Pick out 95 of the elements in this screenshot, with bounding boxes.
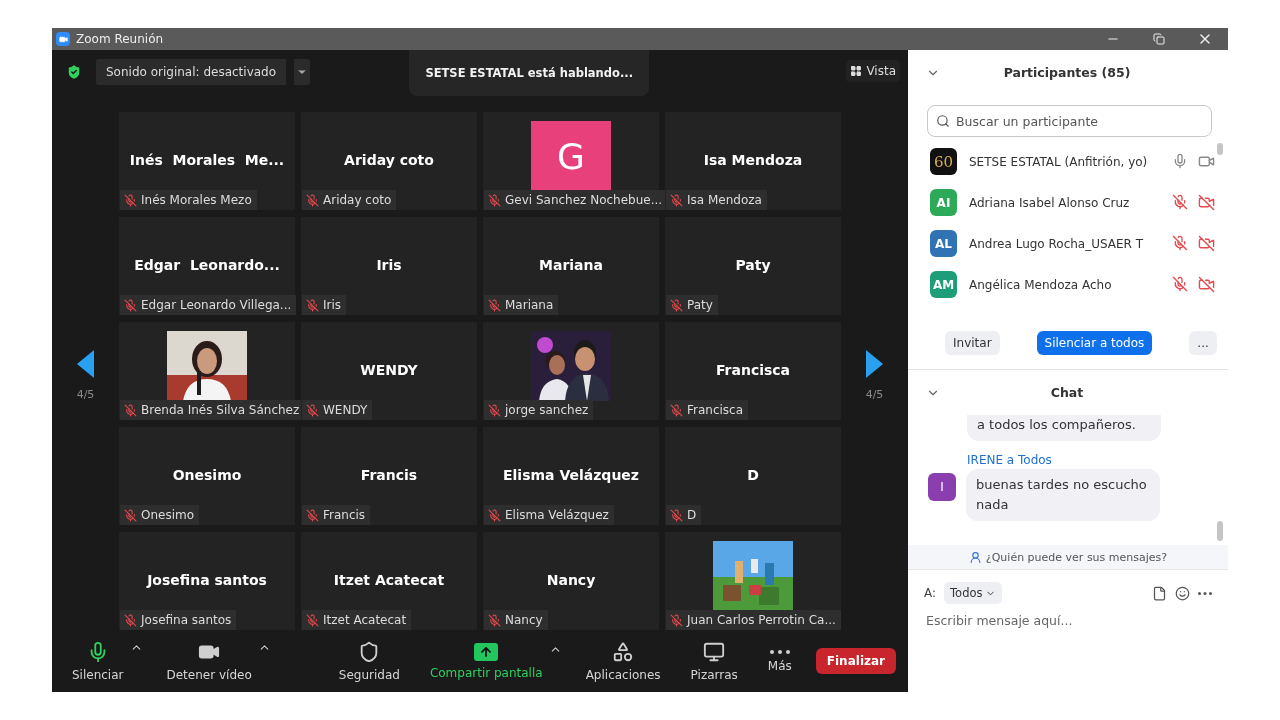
participant-name: Nancy: [546, 572, 596, 588]
participant-name: Isa Mendoza: [703, 152, 803, 168]
participant-name: Iris: [376, 257, 402, 273]
sender-avatar: I: [928, 473, 956, 501]
name-tag-text: Inés Morales Mezo: [141, 193, 252, 207]
toolbar-button[interactable]: Compartir pantalla: [423, 638, 549, 684]
participant-name: Josefina santos: [147, 572, 267, 588]
participant-name: Francisca: [715, 362, 791, 378]
microphone-icon[interactable]: [1172, 153, 1188, 169]
name-tag-text: Juan Carlos Perrotin Ca...: [687, 613, 836, 627]
more-icon: [769, 649, 790, 654]
video-off-icon[interactable]: [1198, 235, 1215, 252]
name-tag-text: Onesimo: [141, 508, 195, 522]
share-screen-icon: [474, 642, 499, 661]
name-tag-text: Isa Mendoza: [687, 193, 762, 207]
restore-icon: [1153, 33, 1165, 45]
toolbar-button[interactable]: Silenciar: [66, 636, 130, 686]
more-icon[interactable]: [1198, 591, 1212, 595]
participant-name: Ariday coto: [344, 152, 434, 168]
page-indicator: 4/5: [865, 387, 884, 401]
participant-name: Itzet Acatecat: [333, 572, 445, 588]
name-tag-text: Elisma Velázquez: [505, 508, 609, 522]
name-tag-text: Edgar Leonardo Villega...: [141, 298, 292, 312]
logo-avatar: 60: [930, 148, 957, 175]
message-sender: IRENE a Todos: [967, 453, 1053, 467]
toolbar-button[interactable]: Aplicaciones: [579, 636, 667, 686]
name-tag-text: Ariday coto: [323, 193, 392, 207]
letter-avatar: G: [531, 121, 611, 191]
participant-name: Onesimo: [172, 467, 242, 483]
participant-name: Angélica Mendoza Acho: [969, 277, 1113, 292]
participant-name: Mariana: [539, 257, 603, 273]
name-tag-text: Francisca: [687, 403, 744, 417]
original-sound-button[interactable]: Sonido original: desactivado: [96, 59, 287, 85]
participant-name: Andrea Lugo Rocha_USAER T: [969, 236, 1145, 251]
view-button[interactable]: Vista: [846, 60, 900, 82]
file-icon[interactable]: [1152, 585, 1167, 601]
name-tag-text: Nancy: [505, 613, 543, 627]
search-field[interactable]: Buscar un participante: [927, 105, 1212, 137]
name-tag-text: Gevi Sanchez Nochebue...: [505, 193, 663, 207]
name-tag-text: D: [687, 508, 697, 522]
person-icon: [968, 550, 982, 564]
grid-icon: [850, 65, 863, 77]
toolbar-button[interactable]: Pizarras: [684, 636, 744, 686]
muted-microphone-icon[interactable]: [1172, 194, 1188, 210]
panel-title: Participantes (85): [1002, 65, 1132, 80]
participant-name: Inés Morales Me...: [129, 152, 285, 168]
panel-title: Chat: [1049, 385, 1085, 400]
name-tag-text: Francis: [323, 508, 366, 522]
previous-page-button[interactable]: [77, 349, 94, 378]
name-tag-text: Paty: [687, 298, 713, 312]
toolbar-button[interactable]: Seguridad: [332, 636, 406, 686]
participant-name: Adriana Isabel Alonso Cruz: [969, 195, 1131, 210]
scrollbar-thumb[interactable]: [1217, 143, 1223, 155]
scrollbar-thumb[interactable]: [1217, 521, 1223, 541]
speaking-banner: SETSE ESTATAL está hablando...: [409, 50, 649, 96]
initials-avatar: AI: [930, 189, 957, 216]
name-tag-text: Brenda Inés Silva Sánchez: [141, 403, 300, 417]
next-page-button[interactable]: [866, 349, 883, 378]
message-bubble: buenas tardes no escucho nada: [966, 469, 1160, 521]
search-icon: [936, 114, 950, 128]
name-tag-text: Iris: [323, 298, 342, 312]
recipient-label: A:: [924, 586, 937, 600]
emoji-icon[interactable]: [1175, 585, 1190, 601]
end-meeting-button[interactable]: Finalizar: [815, 648, 896, 674]
name-tag-text: jorge sanchez: [505, 403, 589, 417]
panel-button[interactable]: Silenciar a todos: [1036, 331, 1153, 355]
participant-name: Francis: [360, 467, 418, 483]
muted-microphone-icon[interactable]: [1172, 235, 1188, 251]
muted-microphone-icon[interactable]: [1172, 276, 1188, 292]
message-bubble: a todos los compañeros.: [967, 415, 1161, 441]
video-off-icon[interactable]: [1198, 194, 1215, 211]
page-indicator: 4/5: [76, 387, 95, 401]
participant-name: SETSE ESTATAL (Anfitrión, yo): [969, 154, 1149, 169]
panel-button[interactable]: Invitar: [945, 331, 1000, 355]
dropdown-button[interactable]: [294, 59, 311, 85]
toolbar-button[interactable]: Más: [761, 645, 798, 677]
participant-name: WENDY: [360, 362, 418, 378]
participant-name: Paty: [735, 257, 771, 273]
name-tag-text: WENDY: [323, 403, 368, 417]
app-icon: [56, 32, 70, 46]
recipient-dropdown[interactable]: Todos: [944, 582, 1003, 604]
initials-avatar: AL: [930, 230, 957, 257]
panel-button[interactable]: ...: [1189, 331, 1217, 355]
name-tag-text: Josefina santos: [141, 613, 232, 627]
participant-name: Edgar Leonardo...: [134, 257, 280, 273]
apps-icon: [612, 640, 635, 663]
window-title: Zoom Reunión: [76, 32, 165, 46]
name-tag-text: Mariana: [505, 298, 554, 312]
participant-name: Elisma Velázquez: [503, 467, 639, 483]
whiteboard-icon: [703, 640, 726, 663]
toolbar-button[interactable]: Detener vídeo: [160, 636, 258, 686]
video-off-icon[interactable]: [1198, 276, 1215, 293]
initials-avatar: AM: [930, 271, 957, 298]
participant-name: D: [747, 467, 759, 483]
name-tag-text: Itzet Acatecat: [323, 613, 407, 627]
